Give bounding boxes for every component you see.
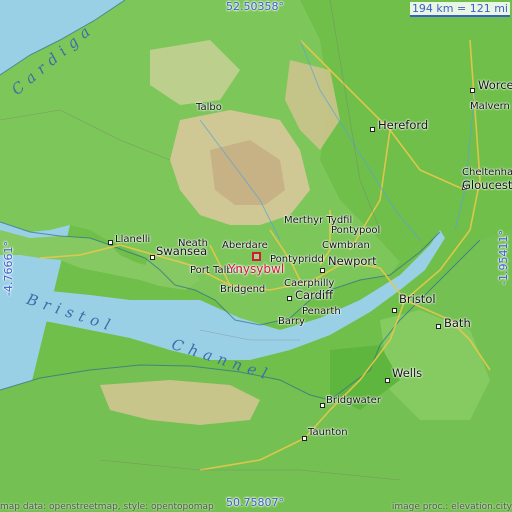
coord-bottom: 50.75807° bbox=[226, 496, 284, 509]
bristol-label: Bristol bbox=[399, 292, 436, 306]
attribution-right: image proc.: elevation.city bbox=[391, 502, 512, 512]
newport-marker bbox=[320, 268, 325, 273]
coord-top: 52.50358° bbox=[226, 0, 284, 13]
llanelli-label: Llanelli bbox=[115, 234, 151, 245]
coord-left: -4.76661° bbox=[2, 241, 15, 296]
coord-right: -1.95411° bbox=[497, 230, 510, 285]
taunton-label: Taunton bbox=[308, 427, 348, 438]
llanelli-marker bbox=[108, 240, 113, 245]
cardiff-marker bbox=[287, 296, 292, 301]
map-view[interactable]: Cardiga Bristol Channel 52.50358° 50.758… bbox=[0, 0, 512, 512]
cwmbran-label: Cwmbran bbox=[322, 240, 370, 251]
bridgwater-label: Bridgwater bbox=[326, 395, 381, 406]
barry-label: Barry bbox=[278, 316, 305, 327]
swansea-marker bbox=[150, 255, 155, 260]
talbot-top-label: Talbo bbox=[196, 102, 222, 113]
cardiff-label: Cardiff bbox=[295, 288, 334, 302]
swansea-label: Swansea bbox=[156, 244, 208, 258]
bath-label: Bath bbox=[444, 316, 471, 330]
scale-bar: 194 km = 121 mi bbox=[409, 2, 510, 17]
bath-marker bbox=[436, 324, 441, 329]
cheltenham-label: Cheltenham bbox=[462, 167, 512, 178]
target-location-marker[interactable] bbox=[252, 252, 261, 261]
malvern-label: Malvern bbox=[470, 101, 510, 112]
gloucester-label: Glouceste bbox=[462, 178, 512, 192]
wells-marker bbox=[385, 378, 390, 383]
penarth-label: Penarth bbox=[302, 306, 341, 317]
pontypool-label: Pontypool bbox=[331, 225, 381, 236]
newport-label: Newport bbox=[328, 254, 377, 268]
aberdare-label: Aberdare bbox=[222, 240, 268, 251]
hereford-label: Hereford bbox=[378, 118, 429, 132]
worcester-marker bbox=[470, 88, 475, 93]
wells-label: Wells bbox=[392, 366, 423, 380]
bridgend-label: Bridgend bbox=[220, 284, 266, 295]
bridgwater-marker bbox=[320, 403, 325, 408]
target-location-label: Ynysybwl bbox=[228, 262, 285, 276]
taunton-marker bbox=[302, 436, 307, 441]
attribution-left: map data: openstreetmap, style: opentopo… bbox=[0, 502, 214, 512]
hereford-marker bbox=[370, 127, 375, 132]
bristol-marker bbox=[392, 308, 397, 313]
worcester-label: Worce bbox=[478, 78, 512, 92]
